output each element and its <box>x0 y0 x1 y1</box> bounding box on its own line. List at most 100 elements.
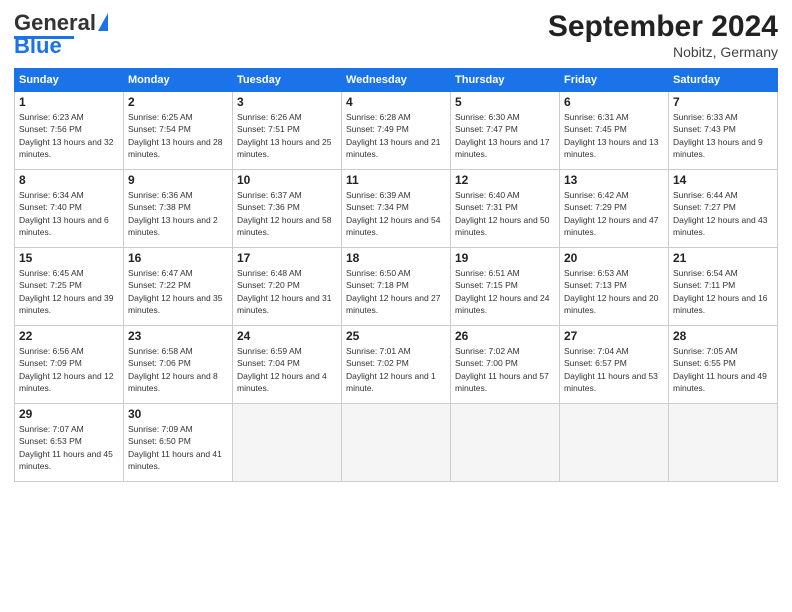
day-number: 28 <box>673 329 773 343</box>
day-info: Sunrise: 6:58 AMSunset: 7:06 PMDaylight … <box>128 345 228 394</box>
day-info: Sunrise: 6:39 AMSunset: 7:34 PMDaylight … <box>346 189 446 238</box>
col-thursday: Thursday <box>451 69 560 92</box>
calendar-cell: 1 Sunrise: 6:23 AMSunset: 7:56 PMDayligh… <box>15 92 124 170</box>
calendar-cell: 9 Sunrise: 6:36 AMSunset: 7:38 PMDayligh… <box>124 170 233 248</box>
day-info: Sunrise: 6:26 AMSunset: 7:51 PMDaylight … <box>237 111 337 160</box>
calendar-cell <box>342 404 451 482</box>
day-number: 17 <box>237 251 337 265</box>
calendar-cell: 14 Sunrise: 6:44 AMSunset: 7:27 PMDaylig… <box>669 170 778 248</box>
calendar-cell: 29 Sunrise: 7:07 AMSunset: 6:53 PMDaylig… <box>15 404 124 482</box>
day-number: 1 <box>19 95 119 109</box>
calendar-cell: 6 Sunrise: 6:31 AMSunset: 7:45 PMDayligh… <box>560 92 669 170</box>
day-number: 5 <box>455 95 555 109</box>
day-info: Sunrise: 6:25 AMSunset: 7:54 PMDaylight … <box>128 111 228 160</box>
calendar-cell: 19 Sunrise: 6:51 AMSunset: 7:15 PMDaylig… <box>451 248 560 326</box>
calendar-cell: 26 Sunrise: 7:02 AMSunset: 7:00 PMDaylig… <box>451 326 560 404</box>
day-number: 10 <box>237 173 337 187</box>
calendar-cell <box>451 404 560 482</box>
calendar-row: 1 Sunrise: 6:23 AMSunset: 7:56 PMDayligh… <box>15 92 778 170</box>
calendar-cell: 30 Sunrise: 7:09 AMSunset: 6:50 PMDaylig… <box>124 404 233 482</box>
header: General Blue September 2024 Nobitz, Germ… <box>14 10 778 60</box>
day-number: 6 <box>564 95 664 109</box>
day-info: Sunrise: 6:42 AMSunset: 7:29 PMDaylight … <box>564 189 664 238</box>
col-tuesday: Tuesday <box>233 69 342 92</box>
day-number: 12 <box>455 173 555 187</box>
day-info: Sunrise: 6:54 AMSunset: 7:11 PMDaylight … <box>673 267 773 316</box>
calendar-table: Sunday Monday Tuesday Wednesday Thursday… <box>14 68 778 482</box>
calendar-cell: 5 Sunrise: 6:30 AMSunset: 7:47 PMDayligh… <box>451 92 560 170</box>
col-friday: Friday <box>560 69 669 92</box>
calendar-cell: 11 Sunrise: 6:39 AMSunset: 7:34 PMDaylig… <box>342 170 451 248</box>
col-saturday: Saturday <box>669 69 778 92</box>
calendar-cell: 25 Sunrise: 7:01 AMSunset: 7:02 PMDaylig… <box>342 326 451 404</box>
day-info: Sunrise: 6:53 AMSunset: 7:13 PMDaylight … <box>564 267 664 316</box>
day-number: 7 <box>673 95 773 109</box>
day-number: 20 <box>564 251 664 265</box>
day-info: Sunrise: 7:04 AMSunset: 6:57 PMDaylight … <box>564 345 664 394</box>
col-sunday: Sunday <box>15 69 124 92</box>
day-number: 21 <box>673 251 773 265</box>
day-info: Sunrise: 6:31 AMSunset: 7:45 PMDaylight … <box>564 111 664 160</box>
day-info: Sunrise: 6:40 AMSunset: 7:31 PMDaylight … <box>455 189 555 238</box>
logo-blue-text: Blue <box>14 33 62 59</box>
calendar-cell: 4 Sunrise: 6:28 AMSunset: 7:49 PMDayligh… <box>342 92 451 170</box>
day-number: 30 <box>128 407 228 421</box>
col-wednesday: Wednesday <box>342 69 451 92</box>
day-info: Sunrise: 6:59 AMSunset: 7:04 PMDaylight … <box>237 345 337 394</box>
calendar-cell: 21 Sunrise: 6:54 AMSunset: 7:11 PMDaylig… <box>669 248 778 326</box>
calendar-cell: 7 Sunrise: 6:33 AMSunset: 7:43 PMDayligh… <box>669 92 778 170</box>
day-number: 13 <box>564 173 664 187</box>
day-number: 19 <box>455 251 555 265</box>
calendar-cell: 22 Sunrise: 6:56 AMSunset: 7:09 PMDaylig… <box>15 326 124 404</box>
day-info: Sunrise: 7:01 AMSunset: 7:02 PMDaylight … <box>346 345 446 394</box>
location: Nobitz, Germany <box>548 44 778 60</box>
day-number: 25 <box>346 329 446 343</box>
logo: General Blue <box>14 10 108 59</box>
day-info: Sunrise: 6:34 AMSunset: 7:40 PMDaylight … <box>19 189 119 238</box>
day-info: Sunrise: 6:28 AMSunset: 7:49 PMDaylight … <box>346 111 446 160</box>
day-number: 9 <box>128 173 228 187</box>
day-number: 4 <box>346 95 446 109</box>
day-number: 2 <box>128 95 228 109</box>
calendar-cell: 18 Sunrise: 6:50 AMSunset: 7:18 PMDaylig… <box>342 248 451 326</box>
calendar-cell: 16 Sunrise: 6:47 AMSunset: 7:22 PMDaylig… <box>124 248 233 326</box>
day-info: Sunrise: 6:51 AMSunset: 7:15 PMDaylight … <box>455 267 555 316</box>
calendar-cell: 24 Sunrise: 6:59 AMSunset: 7:04 PMDaylig… <box>233 326 342 404</box>
day-number: 3 <box>237 95 337 109</box>
day-number: 23 <box>128 329 228 343</box>
day-info: Sunrise: 6:37 AMSunset: 7:36 PMDaylight … <box>237 189 337 238</box>
day-info: Sunrise: 6:47 AMSunset: 7:22 PMDaylight … <box>128 267 228 316</box>
calendar-row: 15 Sunrise: 6:45 AMSunset: 7:25 PMDaylig… <box>15 248 778 326</box>
calendar-cell: 10 Sunrise: 6:37 AMSunset: 7:36 PMDaylig… <box>233 170 342 248</box>
day-info: Sunrise: 7:07 AMSunset: 6:53 PMDaylight … <box>19 423 119 472</box>
day-info: Sunrise: 6:48 AMSunset: 7:20 PMDaylight … <box>237 267 337 316</box>
calendar-cell: 17 Sunrise: 6:48 AMSunset: 7:20 PMDaylig… <box>233 248 342 326</box>
day-number: 26 <box>455 329 555 343</box>
calendar-cell: 3 Sunrise: 6:26 AMSunset: 7:51 PMDayligh… <box>233 92 342 170</box>
day-info: Sunrise: 6:44 AMSunset: 7:27 PMDaylight … <box>673 189 773 238</box>
calendar-cell: 15 Sunrise: 6:45 AMSunset: 7:25 PMDaylig… <box>15 248 124 326</box>
day-info: Sunrise: 6:56 AMSunset: 7:09 PMDaylight … <box>19 345 119 394</box>
day-number: 29 <box>19 407 119 421</box>
calendar-cell: 27 Sunrise: 7:04 AMSunset: 6:57 PMDaylig… <box>560 326 669 404</box>
calendar-row: 22 Sunrise: 6:56 AMSunset: 7:09 PMDaylig… <box>15 326 778 404</box>
calendar-cell <box>233 404 342 482</box>
calendar-row: 8 Sunrise: 6:34 AMSunset: 7:40 PMDayligh… <box>15 170 778 248</box>
day-info: Sunrise: 7:02 AMSunset: 7:00 PMDaylight … <box>455 345 555 394</box>
calendar-cell: 20 Sunrise: 6:53 AMSunset: 7:13 PMDaylig… <box>560 248 669 326</box>
day-info: Sunrise: 6:45 AMSunset: 7:25 PMDaylight … <box>19 267 119 316</box>
calendar-cell: 13 Sunrise: 6:42 AMSunset: 7:29 PMDaylig… <box>560 170 669 248</box>
col-monday: Monday <box>124 69 233 92</box>
title-block: September 2024 Nobitz, Germany <box>548 10 778 60</box>
day-info: Sunrise: 6:36 AMSunset: 7:38 PMDaylight … <box>128 189 228 238</box>
day-number: 11 <box>346 173 446 187</box>
calendar-cell: 2 Sunrise: 6:25 AMSunset: 7:54 PMDayligh… <box>124 92 233 170</box>
day-info: Sunrise: 6:50 AMSunset: 7:18 PMDaylight … <box>346 267 446 316</box>
day-number: 27 <box>564 329 664 343</box>
calendar-cell: 8 Sunrise: 6:34 AMSunset: 7:40 PMDayligh… <box>15 170 124 248</box>
day-info: Sunrise: 6:23 AMSunset: 7:56 PMDaylight … <box>19 111 119 160</box>
weekday-header-row: Sunday Monday Tuesday Wednesday Thursday… <box>15 69 778 92</box>
month-title: September 2024 <box>548 10 778 44</box>
day-number: 18 <box>346 251 446 265</box>
calendar-cell: 12 Sunrise: 6:40 AMSunset: 7:31 PMDaylig… <box>451 170 560 248</box>
